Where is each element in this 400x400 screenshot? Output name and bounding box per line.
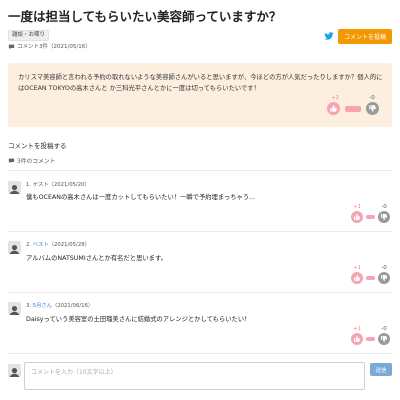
post-comment-button[interactable]: コメントを投稿 <box>338 29 392 44</box>
thumbs-up-icon[interactable] <box>351 272 363 284</box>
user-avatar-icon <box>8 181 21 194</box>
post-comment-link[interactable]: コメントを投稿する <box>8 140 67 150</box>
comment-vote-ratio-bar <box>366 337 375 341</box>
comment-vote-ratio-fill <box>366 215 375 219</box>
comment-count-text: 3件のコメント <box>17 159 56 165</box>
comment-plus-count: +1 <box>352 204 362 210</box>
divider <box>8 353 392 354</box>
send-button[interactable]: 送信 <box>370 363 392 376</box>
twitter-icon[interactable] <box>324 31 334 41</box>
divider <box>8 231 392 232</box>
comment-minus-count: -0 <box>381 265 387 271</box>
comment-header: 2. ベスト（2021/05/28） <box>26 241 90 249</box>
user-avatar-icon <box>8 241 21 254</box>
post-vote-ratio-bar <box>345 106 361 112</box>
comment-vote-ratio-bar <box>366 276 375 280</box>
comment-author-link[interactable]: 5月さん <box>33 303 52 309</box>
divider <box>8 170 392 171</box>
comment-header: 1. ゲスト（2021/05/20） <box>26 182 90 188</box>
post-plus-count: +2 <box>330 95 340 101</box>
comment-input[interactable] <box>25 363 364 389</box>
comment-input-wrapper <box>24 362 365 390</box>
comment-date: （2021/06/16） <box>52 303 94 309</box>
category-tag[interactable]: 雑談・お喋り <box>8 30 50 41</box>
comment-vote-ratio-fill <box>366 276 375 280</box>
user-avatar-icon <box>8 364 21 377</box>
thumbs-down-icon[interactable] <box>378 211 390 223</box>
thumbs-up-icon[interactable] <box>351 333 363 345</box>
thumbs-down-icon[interactable] <box>378 272 390 284</box>
comment-vote-ratio-fill <box>366 337 375 341</box>
chat-icon <box>8 158 15 163</box>
thumbs-down-icon[interactable] <box>366 102 379 115</box>
chat-icon <box>8 44 15 50</box>
thumbs-up-icon[interactable] <box>351 211 363 223</box>
post-meta-text: コメント3件（2021/05/16） <box>17 44 91 50</box>
thumbs-up-icon[interactable] <box>327 102 340 115</box>
user-avatar-icon <box>8 302 21 315</box>
comment-number: 2. <box>26 242 32 248</box>
post-minus-count: -0 <box>369 95 375 101</box>
comment-header: 3. 5月さん（2021/06/16） <box>26 302 93 310</box>
comment-date: （2021/05/28） <box>48 242 90 248</box>
comment-body: アルバムのNATSUMIさんとか有名だと思います。 <box>26 255 167 262</box>
comment-number: 3. <box>26 303 32 309</box>
post-text: カリスマ美容師と言われる予約の取れないような美容師さんがいると思いますが、今ほど… <box>18 74 383 92</box>
comment-minus-count: -0 <box>381 326 387 332</box>
comment-minus-count: -0 <box>381 204 387 210</box>
post-meta: コメント3件（2021/05/16） <box>8 43 91 51</box>
comment-vote-ratio-bar <box>366 215 375 219</box>
page-title: 一度は担当してもらいたい美容師っていますか？ <box>8 9 282 24</box>
comment-plus-count: +1 <box>352 265 362 271</box>
comment-plus-count: +1 <box>352 326 362 332</box>
comment-count: 3件のコメント <box>8 156 55 165</box>
thumbs-down-icon[interactable] <box>378 333 390 345</box>
divider <box>8 292 392 293</box>
post-vote-ratio-fill <box>345 106 361 112</box>
comment-body: Daisyっていう美容室の土田瑠美さんに結婚式のアレンジとかしてもらいたい！ <box>26 316 251 323</box>
comment-author-link[interactable]: ベスト <box>33 242 49 248</box>
comment-body: 僕もOCEANの高木さんは一度カットしてもらいたい！一瞬で予約埋まっちゃう... <box>26 194 256 201</box>
